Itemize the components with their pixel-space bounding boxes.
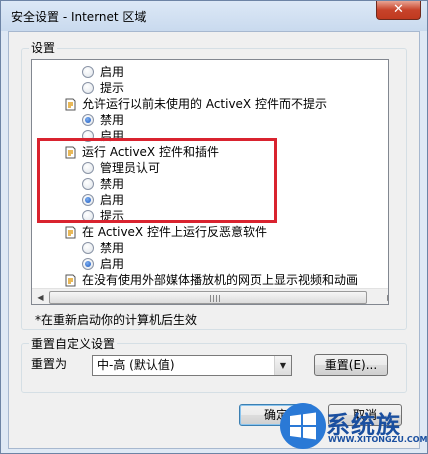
scroll-right-button[interactable]: ▶ <box>382 289 388 304</box>
setting-header: 在没有使用外部媒体播放机的网页上显示视频和动画 <box>32 272 388 288</box>
setting-header-label: 在 ActiveX 控件上运行反恶意软件 <box>82 225 267 239</box>
reset-to-label: 重置为 <box>31 357 68 371</box>
scroll-grip-icon <box>210 295 222 302</box>
setting-option[interactable]: 禁用 <box>32 112 388 128</box>
close-button[interactable]: ✕ <box>376 1 421 20</box>
horizontal-scrollbar[interactable]: ◀ ▶ <box>32 288 388 304</box>
setting-option[interactable]: 启用 <box>32 64 388 80</box>
setting-option-label: 启用 <box>100 65 125 79</box>
settings-group-label: 设置 <box>29 39 58 56</box>
windows-logo-icon <box>280 403 326 449</box>
settings-page-icon <box>65 226 76 239</box>
radio-unchecked[interactable] <box>82 242 94 254</box>
window-title: 安全设置 - Internet 区域 <box>11 10 147 24</box>
setting-option[interactable]: 禁用 <box>32 240 388 256</box>
setting-option-label: 提示 <box>100 81 125 95</box>
radio-checked[interactable] <box>82 258 94 270</box>
radio-unchecked[interactable] <box>82 66 94 78</box>
setting-header-label: 允许运行以前未使用的 ActiveX 控件而不提示 <box>82 97 327 111</box>
setting-option[interactable]: 启用 <box>32 256 388 272</box>
watermark-logo: 系统族 WWW.XITONGZU.COM <box>276 399 428 453</box>
reset-level-value: 中-高 (默认值) <box>97 358 175 372</box>
horizontal-scroll-thumb[interactable] <box>49 291 367 304</box>
setting-option-label: 禁用 <box>100 241 125 255</box>
dialog-window: 安全设置 - Internet 区域 ✕ 设置 启用 提示 允许运行以前未使用的 A… <box>0 0 428 454</box>
setting-header: 允许运行以前未使用的 ActiveX 控件而不提示 <box>32 96 388 112</box>
scroll-left-button[interactable]: ◀ <box>32 289 49 304</box>
restart-note: *在重新启动你的计算机后生效 <box>35 313 198 327</box>
setting-option-label: 禁用 <box>100 113 125 127</box>
highlight-annotation <box>37 138 277 223</box>
setting-option-label: 启用 <box>100 257 125 271</box>
setting-header: 在 ActiveX 控件上运行反恶意软件 <box>32 224 388 240</box>
setting-header-label: 在没有使用外部媒体播放机的网页上显示视频和动画 <box>82 273 359 287</box>
title-bar[interactable]: 安全设置 - Internet 区域 ✕ <box>1 1 427 31</box>
reset-level-select[interactable]: 中-高 (默认值) ▼ <box>92 355 292 376</box>
radio-checked[interactable] <box>82 114 94 126</box>
radio-unchecked[interactable] <box>82 82 94 94</box>
watermark-url: WWW.XITONGZU.COM <box>328 435 428 444</box>
chevron-down-icon: ▼ <box>274 356 291 375</box>
settings-page-icon <box>65 274 76 287</box>
reset-group-label: 重置自定义设置 <box>29 335 118 352</box>
settings-page-icon <box>65 98 76 111</box>
setting-option[interactable]: 提示 <box>32 80 388 96</box>
reset-button[interactable]: 重置(E)... <box>314 354 388 376</box>
